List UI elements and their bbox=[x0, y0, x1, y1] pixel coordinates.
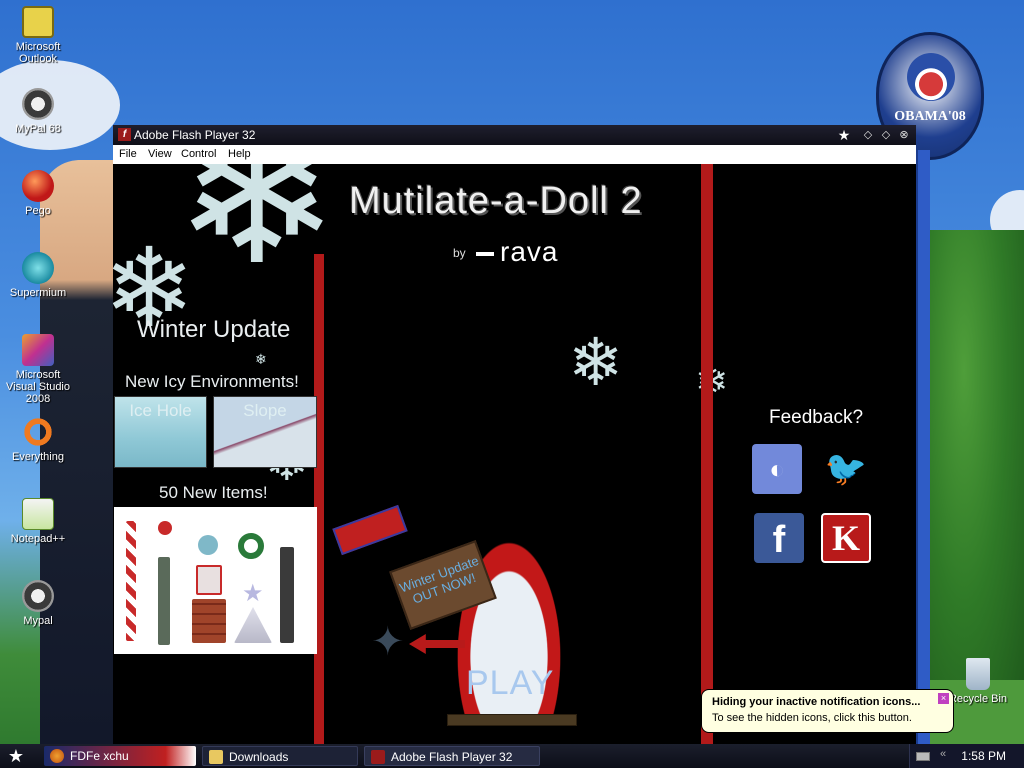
desktop-icon-label: MyPal 68 bbox=[15, 123, 61, 135]
mypal-icon bbox=[22, 88, 54, 120]
taskbar-item-label: Downloads bbox=[229, 750, 289, 764]
desktop-icon-label: Supermium bbox=[9, 287, 67, 299]
red-divider bbox=[314, 254, 324, 744]
desktop-icon-label: Mypal bbox=[23, 615, 53, 627]
desktop-icon-label: Microsoft Outlook bbox=[15, 41, 61, 65]
star-ornament-icon: ★ bbox=[242, 580, 264, 607]
desktop-icon-label: Notepad++ bbox=[10, 533, 66, 545]
snowflake-icon: ❄ bbox=[568, 325, 624, 399]
notification-body: To see the hidden icons, click this butt… bbox=[712, 712, 912, 724]
notification-balloon[interactable]: Hiding your inactive notification icons.… bbox=[701, 689, 954, 733]
visual-studio-icon bbox=[22, 334, 54, 366]
red-divider bbox=[701, 164, 713, 744]
environments-heading: New Icy Environments! bbox=[125, 372, 299, 391]
menu-file[interactable]: File bbox=[119, 148, 137, 160]
environment-label: Ice Hole bbox=[129, 401, 192, 420]
clock: 1:58 PM bbox=[961, 749, 1006, 763]
play-button-label[interactable]: PLAY bbox=[466, 664, 554, 703]
game-title: Mutilate-a-Doll 2 bbox=[349, 180, 643, 222]
outlook-icon bbox=[22, 6, 54, 38]
candy-cane-icon bbox=[126, 521, 136, 641]
mistletoe-icon bbox=[158, 521, 172, 535]
keyboard-icon[interactable] bbox=[916, 752, 930, 761]
environment-slope[interactable]: Slope bbox=[213, 396, 317, 468]
title-bar[interactable]: f Adobe Flash Player 32 ★ ◇ ◇ ⊗ bbox=[113, 125, 916, 145]
desktop-icon-label: Everything bbox=[12, 451, 64, 463]
kongregate-icon[interactable]: K bbox=[821, 513, 871, 563]
nutcracker-icon bbox=[280, 547, 294, 643]
window-title: Adobe Flash Player 32 bbox=[134, 128, 256, 142]
menu-view[interactable]: View bbox=[148, 148, 172, 160]
new-items-preview[interactable]: ★ bbox=[114, 507, 317, 654]
taskbar-item-downloads[interactable]: Downloads bbox=[202, 746, 358, 766]
byline-by: by bbox=[453, 246, 466, 260]
desktop-icon-pego[interactable]: Pego bbox=[0, 170, 76, 217]
wreath-icon bbox=[238, 533, 264, 559]
snowflake-icon: ❄ bbox=[255, 351, 267, 367]
environment-ice-hole[interactable]: Ice Hole bbox=[114, 396, 207, 468]
recycle-bin-icon bbox=[966, 658, 990, 690]
system-tray: « 1:58 PM bbox=[909, 744, 1024, 768]
desktop-icon-outlook[interactable]: Microsoft Outlook bbox=[0, 6, 76, 65]
ice-castle-icon bbox=[234, 607, 272, 643]
ornament-icon bbox=[198, 535, 218, 555]
desktop-icon-mypal68[interactable]: MyPal 68 bbox=[0, 88, 76, 135]
game-stage[interactable]: ❄ ❄ ❄ ❄ ❄ ❄ Mutilate-a-Doll 2 by rava Wi… bbox=[113, 164, 916, 744]
feedback-label: Feedback? bbox=[769, 407, 864, 428]
badge-text: OBAMA'08 bbox=[894, 109, 966, 124]
taskbar-item-browser[interactable]: FDFe xchu bbox=[44, 746, 196, 766]
desktop-icon-everything[interactable]: Everything bbox=[0, 416, 76, 463]
maximize-button[interactable]: ◇ bbox=[879, 128, 893, 142]
bench bbox=[447, 714, 577, 726]
mypal-icon bbox=[22, 580, 54, 612]
star-icon: ✦ bbox=[371, 620, 405, 664]
update-heading: Winter Update bbox=[137, 316, 291, 343]
desktop-icon-mypal[interactable]: Mypal bbox=[0, 580, 76, 627]
everything-icon bbox=[22, 416, 54, 448]
folder-icon bbox=[209, 750, 223, 764]
twitter-icon[interactable]: 🐦 bbox=[821, 444, 871, 494]
taskbar-item-label: FDFe xchu bbox=[70, 749, 129, 763]
taskbar-item-label: Adobe Flash Player 32 bbox=[391, 750, 513, 764]
wallpaper-trees bbox=[924, 230, 1024, 700]
discord-icon[interactable]: ◐ bbox=[752, 444, 802, 494]
desktop-icon-notepadpp[interactable]: Notepad++ bbox=[0, 498, 76, 545]
items-heading: 50 New Items! bbox=[159, 483, 268, 502]
menu-bar: File View Control Help bbox=[113, 145, 916, 164]
close-icon[interactable]: × bbox=[938, 693, 949, 704]
bottle-icon bbox=[158, 557, 170, 645]
environment-label: Slope bbox=[243, 401, 287, 420]
supermium-icon bbox=[22, 252, 54, 284]
star-icon[interactable]: ★ bbox=[837, 128, 851, 142]
taskbar: ★ FDFe xchu Downloads Adobe Flash Player… bbox=[0, 744, 1024, 768]
campaign-logo-icon bbox=[907, 53, 955, 101]
flash-player-window: f Adobe Flash Player 32 ★ ◇ ◇ ⊗ File Vie… bbox=[113, 125, 916, 744]
ragdoll bbox=[332, 504, 408, 556]
notepadpp-icon bbox=[22, 498, 54, 530]
desktop-icon-visual-studio[interactable]: Microsoft Visual Studio 2008 bbox=[0, 334, 76, 405]
facebook-icon[interactable]: f bbox=[754, 513, 804, 563]
close-button[interactable]: ⊗ bbox=[897, 128, 911, 142]
firefox-icon bbox=[50, 749, 64, 763]
flash-icon bbox=[371, 750, 385, 764]
start-button[interactable]: ★ bbox=[4, 746, 28, 766]
show-hidden-icons-button[interactable]: « bbox=[940, 748, 946, 760]
pego-icon bbox=[22, 170, 54, 202]
desktop-icon-supermium[interactable]: Supermium bbox=[0, 252, 76, 299]
menu-help[interactable]: Help bbox=[228, 148, 251, 160]
gift-icon bbox=[196, 565, 222, 595]
desktop-icon-label: Microsoft Visual Studio 2008 bbox=[5, 369, 70, 405]
author-name: rava bbox=[500, 236, 559, 267]
desktop-icon-label: Pego bbox=[25, 205, 51, 217]
chimney-icon bbox=[192, 599, 226, 643]
taskbar-item-flash[interactable]: Adobe Flash Player 32 bbox=[364, 746, 540, 766]
minimize-button[interactable]: ◇ bbox=[861, 128, 875, 142]
notification-title: Hiding your inactive notification icons.… bbox=[712, 696, 921, 708]
author-dash bbox=[476, 252, 494, 256]
background-window-edge bbox=[916, 150, 930, 744]
menu-control[interactable]: Control bbox=[181, 148, 216, 160]
flash-icon: f bbox=[118, 128, 131, 141]
